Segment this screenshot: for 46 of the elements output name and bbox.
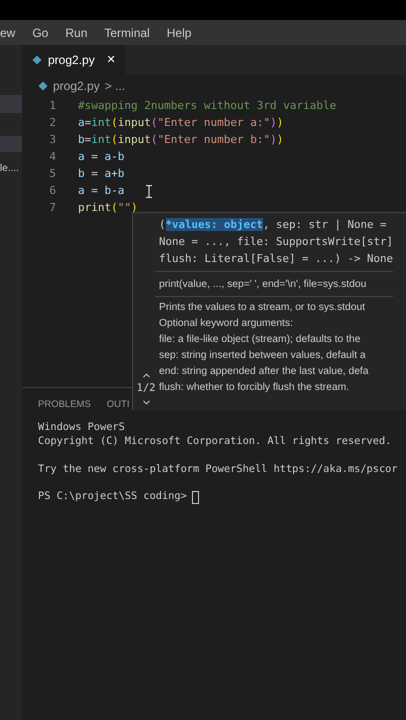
menu-item[interactable]: Go — [32, 24, 48, 42]
panel-tab[interactable]: OUTI — [106, 398, 130, 412]
doc-line: file: a file-like object (stream); defaults to the — [159, 333, 362, 347]
menu-item[interactable]: ew — [0, 24, 16, 42]
signature-line: None = ..., file: SupportsWrite[str] — [159, 234, 394, 250]
code-line: print("") — [78, 200, 138, 216]
code-line: #swapping 2numbers without 3rd variable — [78, 98, 336, 114]
terminal-line: Copyright (C) Microsoft Corporation. All rights reserved. — [38, 434, 392, 448]
sidebar-item[interactable]: le.... — [0, 161, 22, 176]
line-number: 5 — [48, 166, 57, 182]
terminal-line: Windows PowerS — [38, 420, 126, 434]
menu-item[interactable]: Run — [65, 24, 88, 42]
menu-item[interactable]: Help — [166, 24, 192, 42]
code-line: b=int(input("Enter number b:")) — [78, 132, 284, 148]
line-number: 4 — [48, 149, 57, 166]
editor-tab[interactable]: prog2.py ✕ — [22, 45, 126, 75]
code-line: a = b-a — [78, 183, 124, 200]
doc-line: Optional keyword arguments: — [159, 317, 294, 331]
breadcrumb-trail[interactable]: > ... — [104, 77, 126, 95]
line-number: 2 — [48, 115, 57, 132]
code-line: b = a+b — [78, 166, 124, 182]
doc-line: flush: whether to forcibly flush the stream. — [159, 381, 350, 395]
panel-tab[interactable]: PROBLEMS — [38, 398, 91, 412]
line-number: 6 — [48, 183, 57, 200]
text-cursor-icon — [146, 185, 152, 198]
signature-line: flush: Literal[False] = ...) -> None — [159, 251, 394, 267]
doc-line: end: string appended after the last value, defa — [159, 365, 370, 379]
menu-item[interactable]: Terminal — [104, 24, 150, 42]
line-number: 3 — [48, 132, 57, 148]
signature-line: (*values: object, sep: str | None = — [159, 217, 388, 233]
terminal-line: Try the new cross-platform PowerShell https://aka.ms/pscor — [38, 462, 399, 476]
code-line: a = a-b — [78, 149, 124, 166]
line-number: 7 — [48, 200, 57, 216]
python-file-icon — [32, 55, 42, 65]
signature-usage: print(value, ..., sep=' ', end='\n', file=sys.stdou — [159, 278, 368, 292]
breadcrumb-file[interactable]: prog2.py — [53, 77, 100, 95]
doc-line: sep: string inserted between values, default a — [159, 349, 367, 363]
doc-line: Prints the values to a stream, or to sys.stdout — [159, 301, 366, 315]
code-line: a=int(input("Enter number a:")) — [78, 115, 284, 132]
tab-label: prog2.py — [48, 52, 95, 69]
terminal-prompt: PS C:\project\SS coding> — [38, 489, 187, 504]
python-file-icon — [38, 81, 48, 91]
signature-pager: 1/2 — [136, 381, 156, 396]
close-button[interactable]: ✕ — [106, 52, 116, 68]
line-number: 1 — [48, 98, 57, 114]
terminal-cursor — [192, 490, 199, 504]
